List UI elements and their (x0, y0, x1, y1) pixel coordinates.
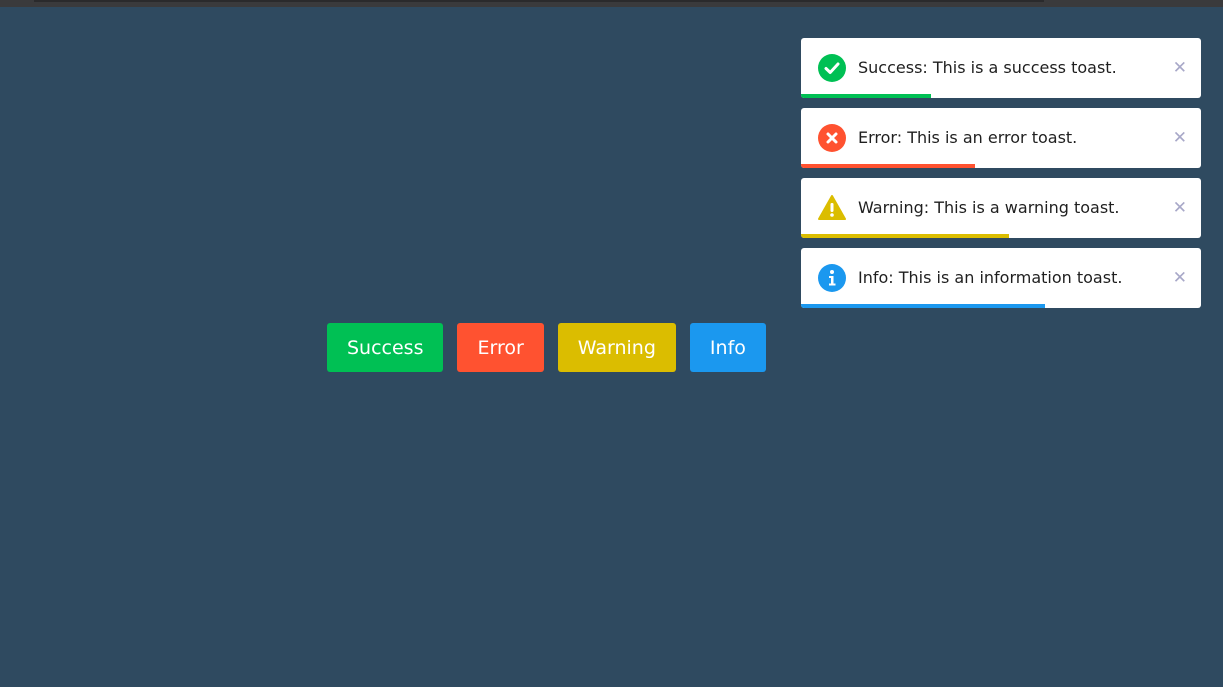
info-circle-icon (818, 264, 846, 292)
toast-info: Info: This is an information toast. ✕ (801, 248, 1201, 308)
toast-success: Success: This is a success toast. ✕ (801, 38, 1201, 98)
toast-progress-bar (801, 234, 1009, 238)
toast-message: Warning: This is a warning toast. (858, 198, 1120, 217)
toast-error: Error: This is an error toast. ✕ (801, 108, 1201, 168)
toast-message: Info: This is an information toast. (858, 268, 1123, 287)
check-circle-icon (818, 54, 846, 82)
close-icon[interactable]: ✕ (1173, 38, 1187, 98)
x-circle-icon (818, 124, 846, 152)
toast-warning: Warning: This is a warning toast. ✕ (801, 178, 1201, 238)
toast-progress-bar (801, 164, 975, 168)
button-group: Success Error Warning Info (327, 323, 766, 372)
close-icon[interactable]: ✕ (1173, 178, 1187, 238)
success-button[interactable]: Success (327, 323, 444, 372)
warning-button[interactable]: Warning (557, 323, 676, 372)
info-button[interactable]: Info (689, 323, 766, 372)
toast-message: Success: This is a success toast. (858, 58, 1117, 77)
browser-top-bar (0, 0, 1223, 7)
toast-message: Error: This is an error toast. (858, 128, 1078, 147)
toast-progress-bar (801, 304, 1045, 308)
toast-progress-bar (801, 94, 931, 98)
warning-triangle-icon (818, 194, 846, 222)
close-icon[interactable]: ✕ (1173, 248, 1187, 308)
close-icon[interactable]: ✕ (1173, 108, 1187, 168)
toast-container: Success: This is a success toast. ✕ Erro… (801, 38, 1201, 318)
error-button[interactable]: Error (457, 323, 544, 372)
top-bar-strip (34, 0, 1044, 2)
